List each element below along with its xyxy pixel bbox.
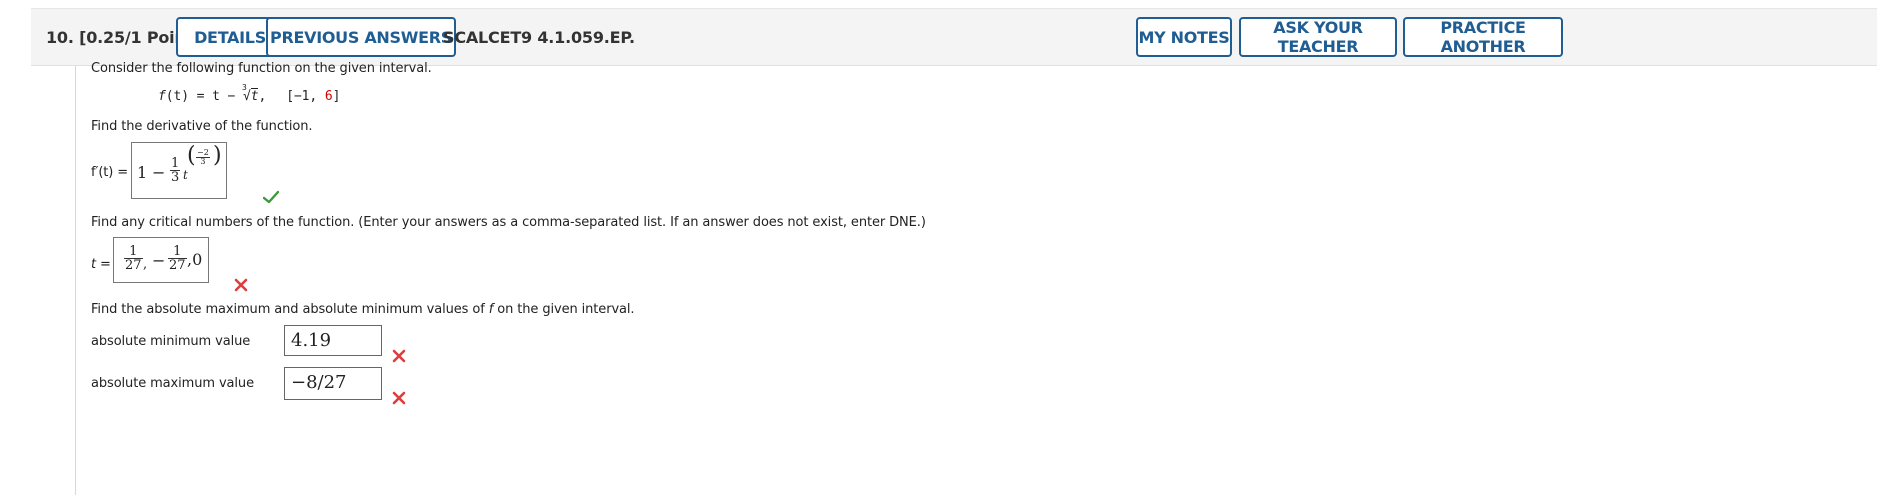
derivative-fraction: 1 3: [170, 156, 181, 185]
previous-answers-button[interactable]: PREVIOUS ANSWERS: [266, 17, 456, 57]
absolute-max-input[interactable]: −8/27: [284, 367, 382, 400]
derivative-base: t: [183, 168, 188, 182]
extrema-prompt: Find the absolute maximum and absolute m…: [91, 302, 635, 317]
exponent-open-paren: (: [187, 143, 196, 168]
function-comma: ,: [258, 89, 267, 104]
incorrect-x-icon: [234, 278, 248, 292]
exponent-close-paren: ): [213, 143, 222, 168]
derivative-one: 1: [137, 163, 148, 182]
absolute-min-input[interactable]: 4.19: [284, 325, 382, 356]
correct-check-icon: [263, 190, 279, 204]
my-notes-button[interactable]: MY NOTES: [1136, 17, 1232, 57]
derivative-answer-box[interactable]: 1 − 1 3 t ( −2 3 ): [131, 142, 227, 199]
critical-fraction-1: 1 27: [124, 245, 143, 272]
critical-fraction-2: 1 27: [168, 245, 187, 272]
practice-another-button[interactable]: PRACTICE ANOTHER: [1403, 17, 1563, 57]
critical-frac1-num: 1: [124, 245, 143, 259]
extrema-prompt-after: on the given interval.: [493, 302, 635, 317]
derivative-exp-den: 3: [200, 157, 206, 166]
critical-tail: ,0: [187, 250, 203, 269]
function-name: f: [158, 89, 166, 104]
critical-minus: −: [152, 251, 166, 270]
derivative-frac-num: 1: [170, 156, 181, 171]
critical-numbers-label: t =: [91, 257, 111, 272]
incorrect-x-icon: [392, 349, 406, 363]
function-rhs: (t) = t −: [165, 89, 244, 104]
derivative-prompt: Find the derivative of the function.: [91, 119, 313, 134]
interval-close: ]: [332, 89, 341, 104]
critical-frac1-den: 27: [125, 258, 142, 273]
derivative-minus: −: [152, 163, 166, 182]
radical-index: 3: [242, 83, 247, 92]
critical-numbers-answer-box[interactable]: 1 27 , − 1 27 ,0: [113, 237, 209, 283]
problem-code: SCALCET9 4.1.059.EP.: [443, 28, 635, 47]
extrema-prompt-before: Find the absolute maximum and absolute m…: [91, 302, 489, 317]
derivative-label: f′(t) =: [91, 165, 129, 180]
derivative-frac-den: 3: [171, 170, 180, 185]
critical-frac2-num: 1: [168, 245, 187, 259]
question-header: 10. [0.25/1 Points] DETAILS PREVIOUS ANS…: [31, 8, 1877, 66]
cube-root: 3 √t: [242, 83, 259, 104]
critical-numbers-prompt: Find any critical numbers of the functio…: [91, 215, 926, 230]
problem-intro: Consider the following function on the g…: [91, 61, 432, 76]
incorrect-x-icon: [392, 391, 406, 405]
interval-upper: 6: [324, 89, 333, 104]
question-body: Consider the following function on the g…: [75, 61, 1876, 495]
critical-separator: ,: [143, 257, 148, 272]
radicand: t: [250, 88, 259, 104]
critical-frac2-den: 27: [169, 258, 186, 273]
absolute-min-label: absolute minimum value: [91, 334, 251, 349]
ask-your-teacher-button[interactable]: ASK YOUR TEACHER: [1239, 17, 1397, 57]
function-definition: f(t) = t − 3 √t, [−1, 6]: [158, 83, 341, 104]
interval-open: [−1,: [286, 89, 325, 104]
derivative-exponent: −2 3: [196, 149, 210, 166]
absolute-max-label: absolute maximum value: [91, 376, 254, 391]
